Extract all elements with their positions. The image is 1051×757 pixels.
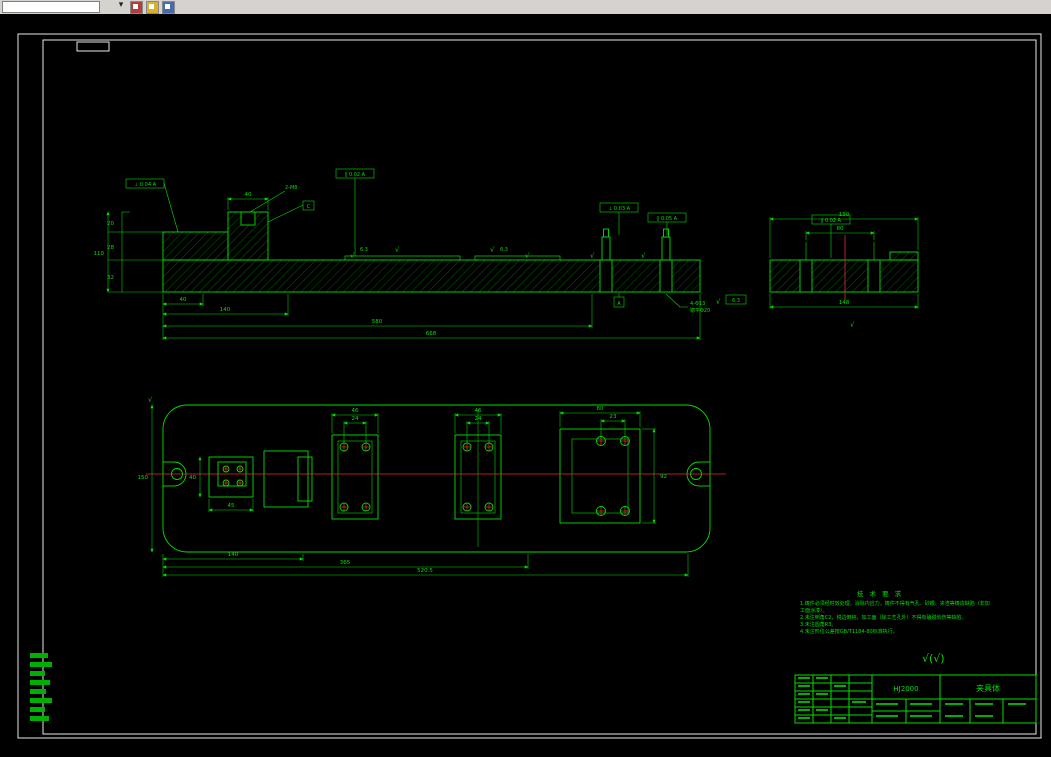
dropdown-arrow-icon[interactable]: ▾ (116, 0, 126, 10)
svg-text:√: √ (350, 252, 355, 260)
front-section-view (162, 211, 701, 293)
svg-text:365: 365 (340, 560, 351, 566)
svg-text:√: √ (850, 321, 855, 329)
svg-text:⊥ 0.04 A: ⊥ 0.04 A (134, 182, 157, 188)
svg-text:140: 140 (228, 552, 239, 558)
svg-text:24: 24 (475, 416, 482, 422)
svg-text:3.未注圆角R3。: 3.未注圆角R3。 (800, 621, 836, 628)
svg-text:80: 80 (597, 406, 604, 412)
part-name: 夹具体 (976, 683, 1000, 693)
surface-finish-note: √(√) (922, 652, 945, 665)
modify-icon[interactable] (130, 1, 143, 14)
svg-text:24: 24 (352, 416, 359, 422)
svg-text:140: 140 (220, 307, 231, 313)
left-margin-table (30, 653, 52, 721)
svg-text:A: A (617, 301, 621, 307)
title-block (794, 674, 1037, 724)
svg-text:4.未注形位公差按GB/T1184-80标准执行。: 4.未注形位公差按GB/T1184-80标准执行。 (800, 628, 898, 635)
svg-text:√: √ (490, 246, 495, 254)
toolbar: ▾ (0, 0, 1051, 15)
open-folder-icon-detail (149, 4, 154, 9)
svg-text:2-M8: 2-M8 (285, 185, 297, 191)
svg-text:√: √ (525, 252, 530, 260)
svg-text:技 术 要 求: 技 术 要 求 (857, 589, 903, 598)
svg-text:92: 92 (660, 474, 667, 480)
cad-application-window: { "colors": { "canvas_bg": "#000000", "l… (0, 0, 1051, 743)
svg-text:32: 32 (107, 275, 114, 281)
svg-text:28: 28 (107, 245, 114, 251)
svg-text:∥ 0.02 A: ∥ 0.02 A (345, 172, 366, 178)
svg-text:工面涂漆）。: 工面涂漆）。 (800, 607, 828, 614)
svg-text:6.3: 6.3 (732, 298, 740, 304)
svg-text:668: 668 (426, 331, 437, 337)
svg-text:√: √ (716, 298, 721, 306)
svg-text:6.3: 6.3 (360, 247, 368, 253)
svg-text:148: 148 (839, 300, 850, 306)
svg-text:40: 40 (245, 192, 252, 198)
svg-text:6.3: 6.3 (500, 247, 508, 253)
drawing-canvas[interactable]: 40 140 580 668 20 28 32 110 40 2-M8 4-Φ1… (0, 14, 1051, 743)
svg-text:√: √ (641, 252, 646, 260)
svg-text:40: 40 (180, 297, 187, 303)
svg-text:150: 150 (138, 475, 149, 481)
modify-icon-detail (133, 4, 138, 9)
title-block-text: HJ2000 夹具体 (893, 683, 1000, 693)
svg-text:1.铸件必须经时效处理，消除内应力，铸件不得有气孔、砂眼、夹: 1.铸件必须经时效处理，消除内应力，铸件不得有气孔、砂眼、夹渣等铸造缺陷（非加 (800, 600, 990, 607)
svg-text:√: √ (395, 246, 400, 254)
svg-text:45: 45 (228, 503, 235, 509)
svg-text:520.5: 520.5 (417, 568, 433, 574)
svg-text:⊥ 0.03 A: ⊥ 0.03 A (608, 206, 631, 212)
svg-text:C: C (307, 204, 311, 210)
svg-text:20: 20 (107, 221, 114, 227)
right-section-view (769, 242, 919, 293)
svg-text:46: 46 (352, 408, 359, 414)
open-folder-icon[interactable] (146, 1, 159, 14)
svg-text:40: 40 (189, 475, 196, 481)
plan-view (162, 404, 711, 553)
svg-text:2.未注倒角C2，锐边倒钝，加工面（除工艺孔外）不得有磕碰划: 2.未注倒角C2，锐边倒钝，加工面（除工艺孔外）不得有磕碰划伤等缺陷。 (800, 614, 966, 621)
svg-text:∥ 0.05 A: ∥ 0.05 A (657, 216, 678, 222)
drawing-svg: 40 140 580 668 20 28 32 110 40 2-M8 4-Φ1… (17, 33, 1042, 739)
svg-text:110: 110 (94, 251, 105, 257)
svg-text:23: 23 (610, 414, 617, 420)
svg-text:4-Φ13: 4-Φ13 (690, 301, 705, 307)
plan-view-dim-text: 24 46 24 46 23 80 92 45 40 140 365 520.5… (138, 406, 668, 574)
save-icon[interactable] (162, 1, 175, 14)
save-icon-detail (165, 4, 170, 9)
svg-text:150: 150 (839, 212, 850, 218)
svg-text:锪平Φ20: 锪平Φ20 (690, 307, 710, 314)
svg-text:46: 46 (475, 408, 482, 414)
drawing-number: HJ2000 (893, 685, 918, 693)
technical-requirements: 技 术 要 求 1.铸件必须经时效处理，消除内应力，铸件不得有气孔、砂眼、夹渣等… (800, 589, 990, 665)
svg-text:√: √ (148, 396, 153, 404)
svg-text:√: √ (590, 252, 595, 260)
layer-combobox[interactable] (2, 1, 100, 13)
svg-text:80: 80 (837, 226, 844, 232)
svg-text:580: 580 (372, 319, 383, 325)
